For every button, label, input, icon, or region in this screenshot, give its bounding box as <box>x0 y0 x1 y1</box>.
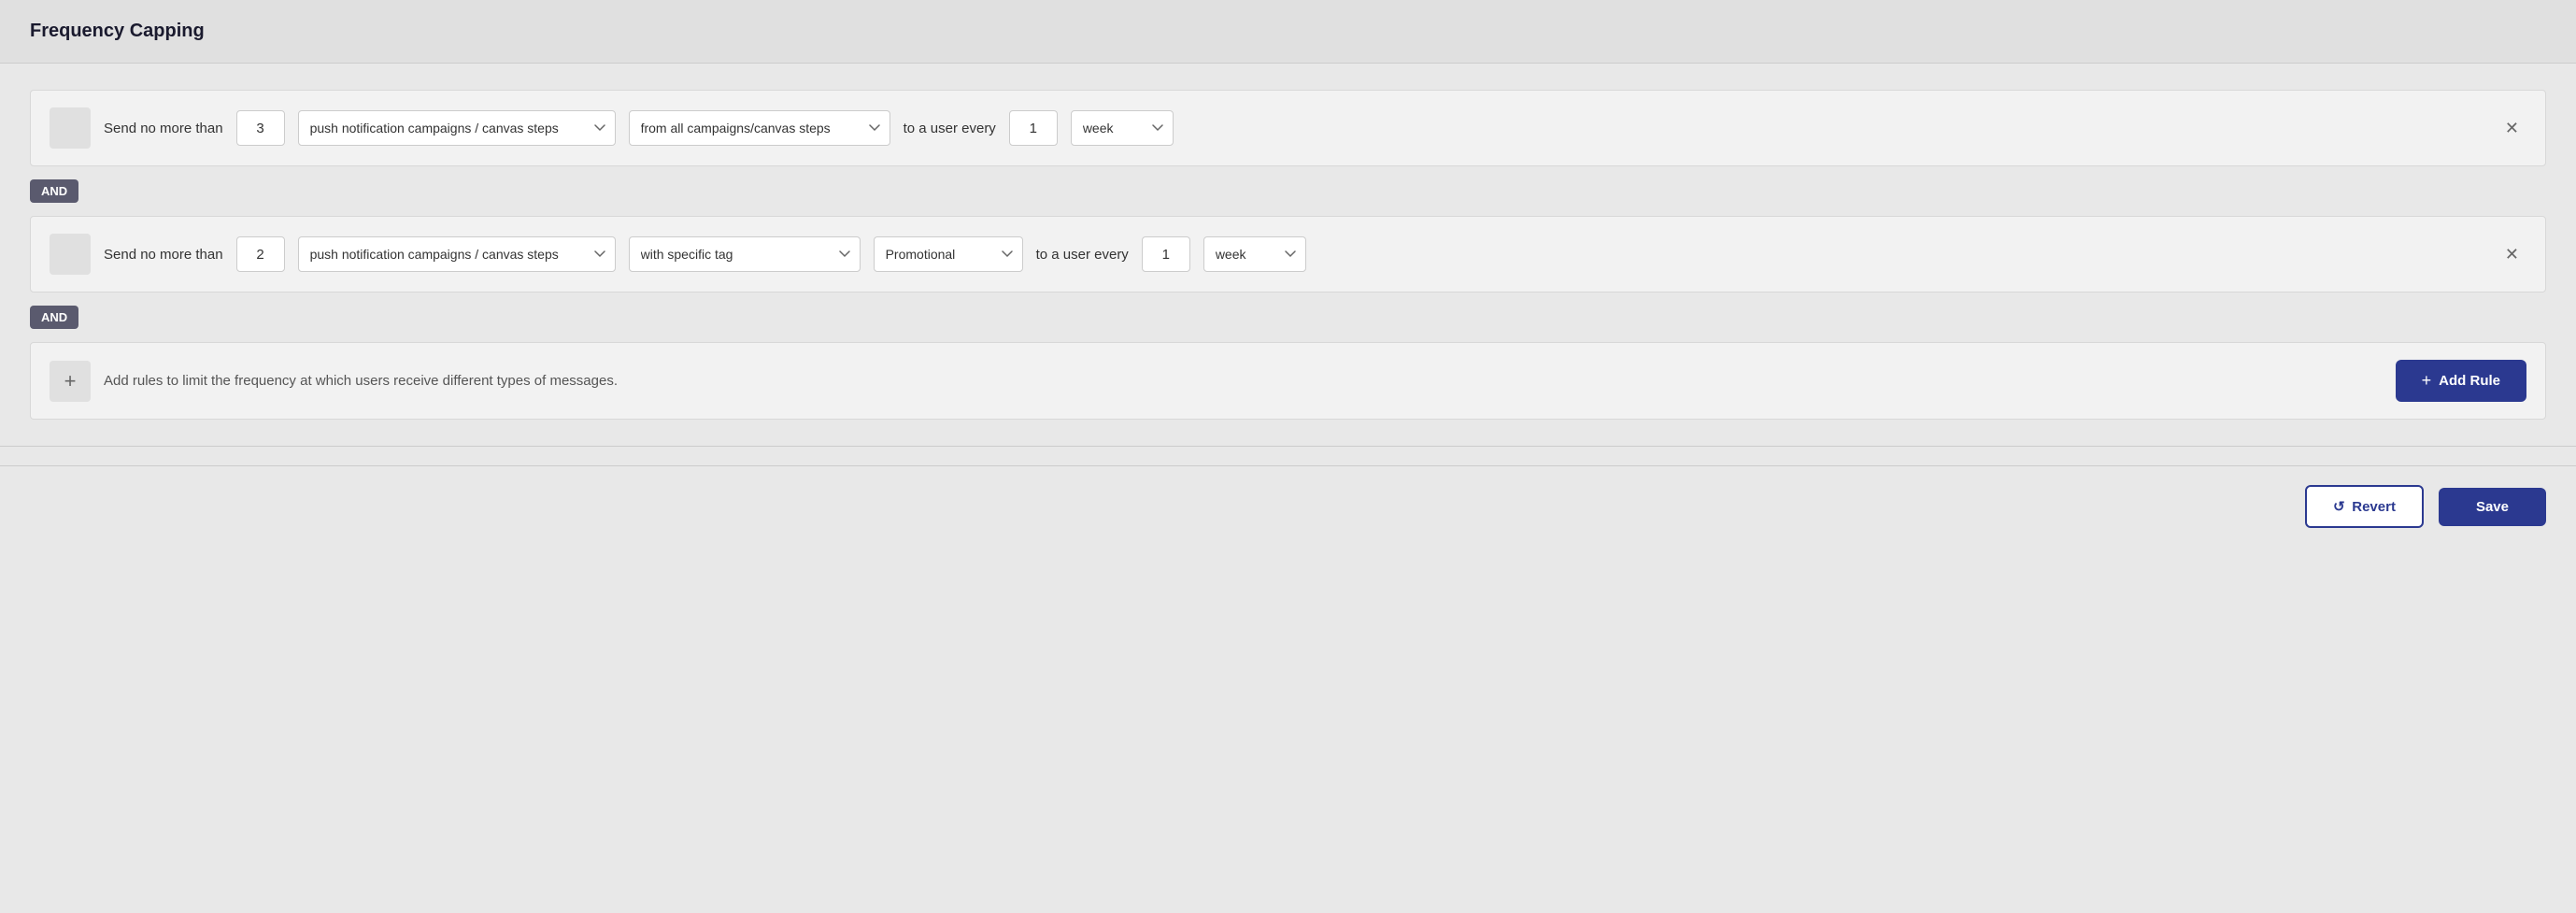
rule-frequency-input-2[interactable] <box>1142 236 1190 272</box>
rule-handle-1 <box>50 107 91 149</box>
page-container: Frequency Capping Send no more than push… <box>0 0 2576 547</box>
send-no-more-label-2: Send no more than <box>104 247 223 263</box>
rule-row-1: Send no more than push notification camp… <box>30 90 2546 166</box>
rules-content: Send no more than push notification camp… <box>0 64 2576 446</box>
save-button[interactable]: Save <box>2439 488 2546 526</box>
add-rule-plus-icon[interactable]: + <box>50 361 91 402</box>
rule-delete-btn-2[interactable]: ✕ <box>2498 242 2526 266</box>
revert-icon: ↻ <box>2333 498 2345 515</box>
page-title: Frequency Capping <box>30 21 205 41</box>
add-rule-row: + Add rules to limit the frequency at wh… <box>30 342 2546 420</box>
revert-label: Revert <box>2352 499 2396 515</box>
rule-handle-2 <box>50 234 91 275</box>
rule-filter-select-2[interactable]: from all campaigns/canvas steps with spe… <box>629 236 861 272</box>
add-rule-btn-label: Add Rule <box>2439 373 2500 389</box>
rule-message-type-select-1[interactable]: push notification campaigns / canvas ste… <box>298 110 616 146</box>
rule-count-input-1[interactable] <box>236 110 285 146</box>
to-user-every-label-2: to a user every <box>1036 247 1129 263</box>
rule-frequency-input-1[interactable] <box>1009 110 1058 146</box>
to-user-every-label-1: to a user every <box>904 121 996 136</box>
add-rule-button[interactable]: + Add Rule <box>2396 360 2526 402</box>
send-no-more-label-1: Send no more than <box>104 121 223 136</box>
and-badge-2: AND <box>30 306 78 329</box>
footer-divider <box>0 446 2576 447</box>
rule-row-2: Send no more than push notification camp… <box>30 216 2546 292</box>
and-badge-1: AND <box>30 179 78 203</box>
rule-count-input-2[interactable] <box>236 236 285 272</box>
add-rule-plus-symbol: + <box>2422 371 2432 391</box>
rule-filter-select-1[interactable]: from all campaigns/canvas steps with spe… <box>629 110 890 146</box>
add-rule-placeholder: Add rules to limit the frequency at whic… <box>104 373 2383 389</box>
rule-tag-select-2[interactable]: Promotional Transactional Newsletter <box>874 236 1023 272</box>
page-header: Frequency Capping <box>0 0 2576 64</box>
rule-period-select-2[interactable]: day week month <box>1203 236 1306 272</box>
revert-button[interactable]: ↻ Revert <box>2305 485 2424 528</box>
rule-message-type-select-2[interactable]: push notification campaigns / canvas ste… <box>298 236 616 272</box>
rule-period-select-1[interactable]: day week month <box>1071 110 1174 146</box>
rule-delete-btn-1[interactable]: ✕ <box>2498 116 2526 140</box>
save-label: Save <box>2476 499 2509 515</box>
footer: ↻ Revert Save <box>0 465 2576 547</box>
